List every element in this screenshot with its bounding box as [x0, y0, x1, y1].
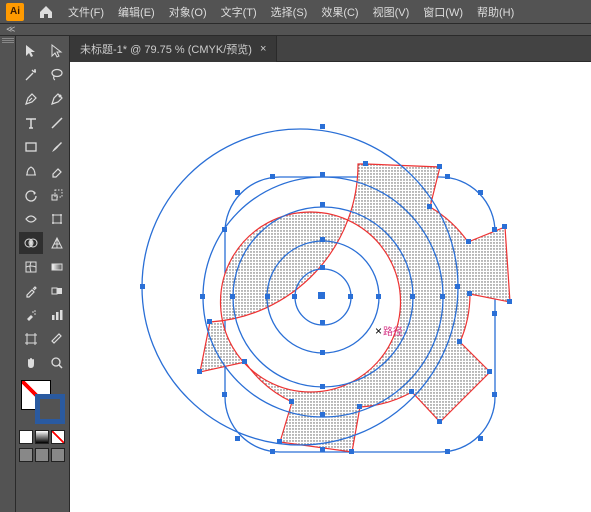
close-icon[interactable]: × — [260, 43, 266, 55]
gradient-tool[interactable] — [45, 256, 69, 278]
direct-selection-tool[interactable] — [45, 40, 69, 62]
type-tool[interactable] — [19, 112, 43, 134]
column-graph-tool[interactable] — [45, 304, 69, 326]
control-bar: ≪ — [0, 24, 591, 36]
free-transform-tool[interactable] — [45, 208, 69, 230]
document-tab-label: 未标题-1* @ 79.75 % (CMYK/预览) — [80, 41, 252, 57]
hand-tool[interactable] — [19, 352, 43, 374]
menu-object[interactable]: 对象(O) — [169, 4, 207, 20]
color-mode-solid[interactable] — [19, 430, 33, 444]
fill-stroke-swatch[interactable] — [19, 380, 66, 426]
menu-file[interactable]: 文件(F) — [68, 4, 104, 20]
grip-icon[interactable] — [2, 38, 14, 44]
paintbrush-tool[interactable] — [45, 136, 69, 158]
eyedropper-tool[interactable] — [19, 280, 43, 302]
eraser-tool[interactable] — [45, 160, 69, 182]
color-mode-none[interactable] — [51, 430, 65, 444]
menu-help[interactable]: 帮助(H) — [477, 4, 514, 20]
document-tab-bar: 未标题-1* @ 79.75 % (CMYK/预览) × — [70, 36, 591, 62]
svg-text:×: × — [375, 324, 382, 338]
shaper-tool[interactable] — [19, 160, 43, 182]
rectangle-tool[interactable] — [19, 136, 43, 158]
draw-mode-normal[interactable] — [19, 448, 33, 462]
menu-view[interactable]: 视图(V) — [373, 4, 410, 20]
menu-select[interactable]: 选择(S) — [271, 4, 308, 20]
toolbox-panel — [16, 36, 70, 512]
zoom-tool[interactable] — [45, 352, 69, 374]
symbol-sprayer-tool[interactable] — [19, 304, 43, 326]
chevron-collapse-icon[interactable]: ≪ — [6, 24, 15, 35]
curvature-tool[interactable] — [45, 88, 69, 110]
document-tab[interactable]: 未标题-1* @ 79.75 % (CMYK/预览) × — [70, 36, 277, 62]
shape-builder-tool[interactable] — [19, 232, 43, 254]
mesh-tool[interactable] — [19, 256, 43, 278]
scale-tool[interactable] — [45, 184, 69, 206]
artwork: × 路径 — [70, 62, 590, 512]
slice-tool[interactable] — [45, 328, 69, 350]
perspective-tool[interactable] — [45, 232, 69, 254]
pen-tool[interactable] — [19, 88, 43, 110]
color-mode-gradient[interactable] — [35, 430, 49, 444]
menu-bar: Ai 文件(F) 编辑(E) 对象(O) 文字(T) 选择(S) 效果(C) 视… — [0, 0, 591, 24]
stroke-swatch[interactable] — [35, 394, 65, 424]
dock-strip — [0, 36, 16, 512]
menu-window[interactable]: 窗口(W) — [423, 4, 463, 20]
menu-type[interactable]: 文字(T) — [221, 4, 257, 20]
lasso-tool[interactable] — [45, 64, 69, 86]
blend-tool[interactable] — [45, 280, 69, 302]
line-tool[interactable] — [45, 112, 69, 134]
draw-mode-inside[interactable] — [51, 448, 65, 462]
draw-mode-behind[interactable] — [35, 448, 49, 462]
artboard-tool[interactable] — [19, 328, 43, 350]
app-logo-icon: Ai — [6, 3, 24, 21]
width-tool[interactable] — [19, 208, 43, 230]
svg-text:路径: 路径 — [383, 325, 403, 338]
magic-wand-tool[interactable] — [19, 64, 43, 86]
canvas[interactable]: × 路径 — [70, 62, 591, 512]
selection-tool[interactable] — [19, 40, 43, 62]
rotate-tool[interactable] — [19, 184, 43, 206]
home-icon[interactable] — [38, 4, 54, 20]
menu-effect[interactable]: 效果(C) — [321, 4, 358, 20]
menu-edit[interactable]: 编辑(E) — [118, 4, 155, 20]
